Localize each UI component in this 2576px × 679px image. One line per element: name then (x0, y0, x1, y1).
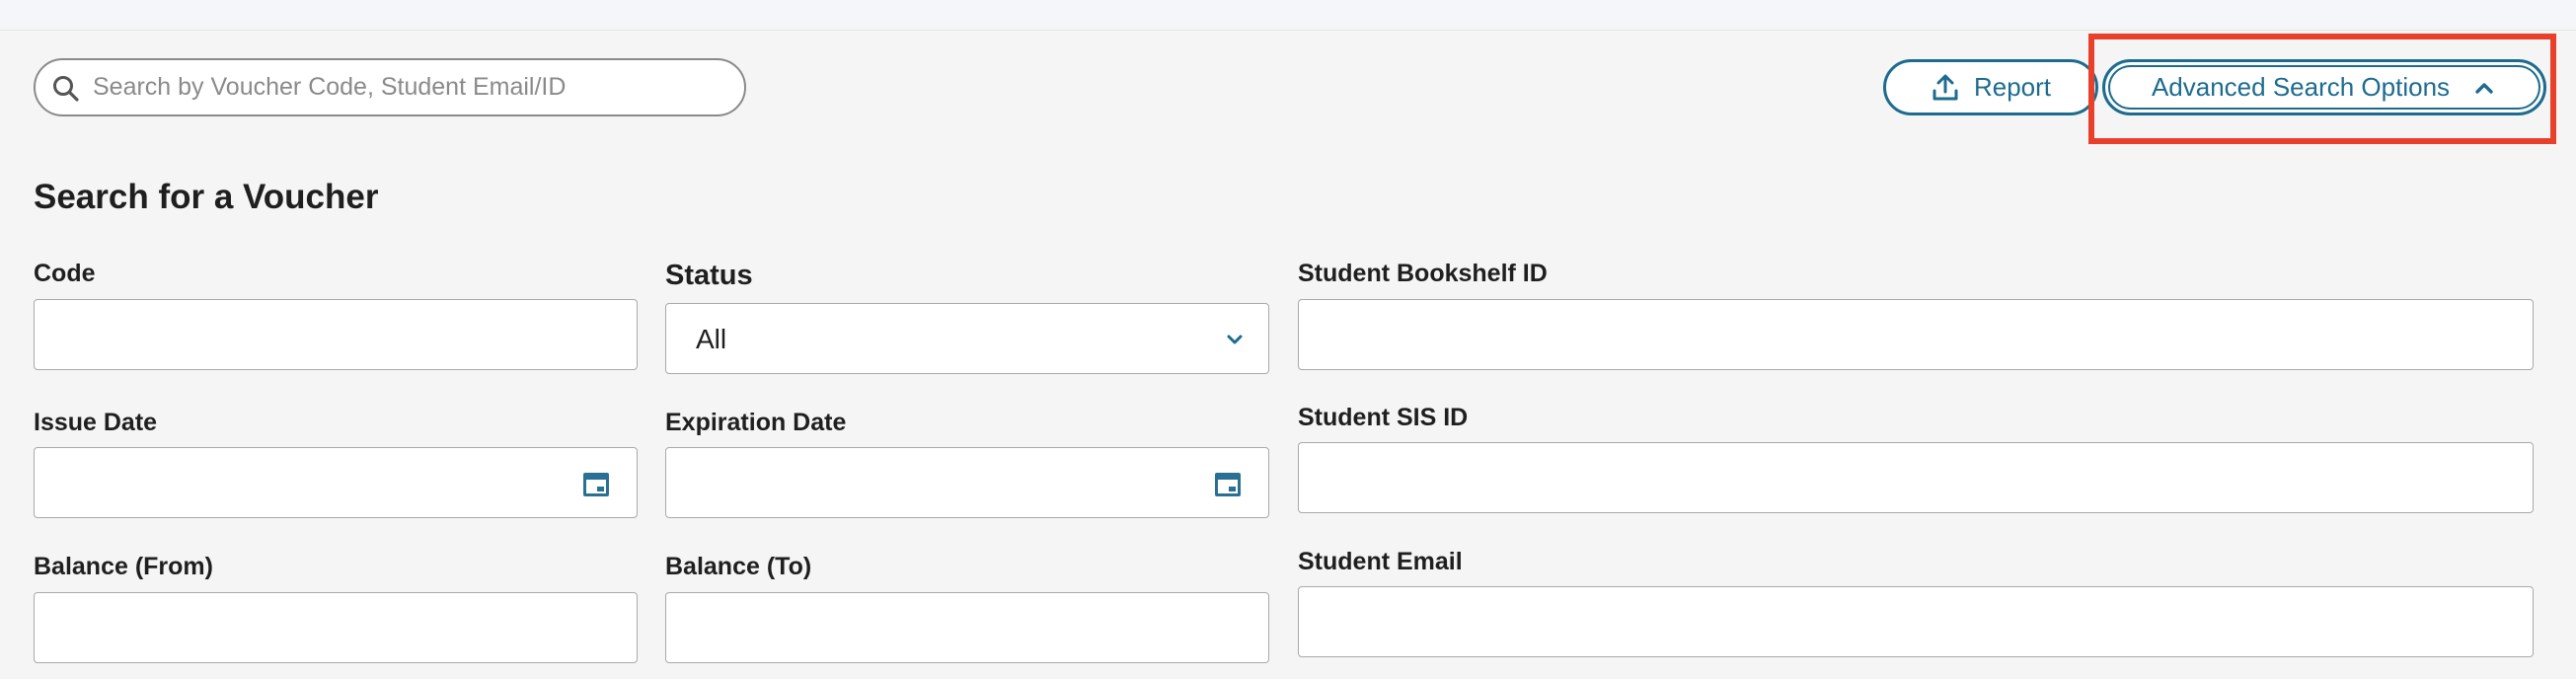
status-label: Status (665, 260, 753, 291)
highlight-box (2088, 34, 2556, 144)
calendar-icon[interactable] (1213, 470, 1243, 499)
balance-to-field[interactable] (665, 592, 1269, 663)
student-sis-id-label: Student SIS ID (1298, 404, 1469, 431)
code-input[interactable] (35, 300, 637, 369)
balance-to-label: Balance (To) (665, 553, 812, 580)
upload-icon (1932, 74, 1958, 100)
report-button[interactable]: Report (1883, 59, 2098, 115)
balance-from-field[interactable] (34, 592, 638, 663)
expiration-date-input[interactable] (666, 448, 1268, 517)
expiration-date-label: Expiration Date (665, 409, 847, 436)
issue-date-field[interactable] (34, 447, 638, 518)
balance-to-input[interactable] (666, 593, 1268, 662)
voucher-search-box[interactable] (34, 58, 746, 116)
report-button-label: Report (1973, 72, 2052, 102)
status-selected-value: All (696, 324, 727, 354)
search-icon (53, 76, 79, 102)
chevron-down-icon (1227, 335, 1243, 344)
issue-date-input[interactable] (35, 448, 637, 517)
student-sis-id-input[interactable] (1299, 443, 2533, 512)
student-sis-id-field[interactable] (1298, 442, 2534, 513)
status-select[interactable]: All (665, 303, 1269, 374)
expiration-date-field[interactable] (665, 447, 1269, 518)
student-email-input[interactable] (1299, 587, 2533, 656)
page-title: Search for a Voucher (34, 178, 379, 216)
balance-from-label: Balance (From) (34, 553, 213, 580)
code-label: Code (34, 260, 96, 287)
code-field[interactable] (34, 299, 638, 370)
student-email-field[interactable] (1298, 586, 2534, 657)
issue-date-label: Issue Date (34, 409, 158, 436)
student-bookshelf-id-label: Student Bookshelf ID (1298, 260, 1548, 287)
student-bookshelf-id-input[interactable] (1299, 300, 2533, 369)
student-email-label: Student Email (1298, 548, 1463, 575)
calendar-icon[interactable] (581, 470, 611, 499)
balance-from-input[interactable] (35, 593, 637, 662)
student-bookshelf-id-field[interactable] (1298, 299, 2534, 370)
search-input[interactable] (93, 60, 734, 114)
